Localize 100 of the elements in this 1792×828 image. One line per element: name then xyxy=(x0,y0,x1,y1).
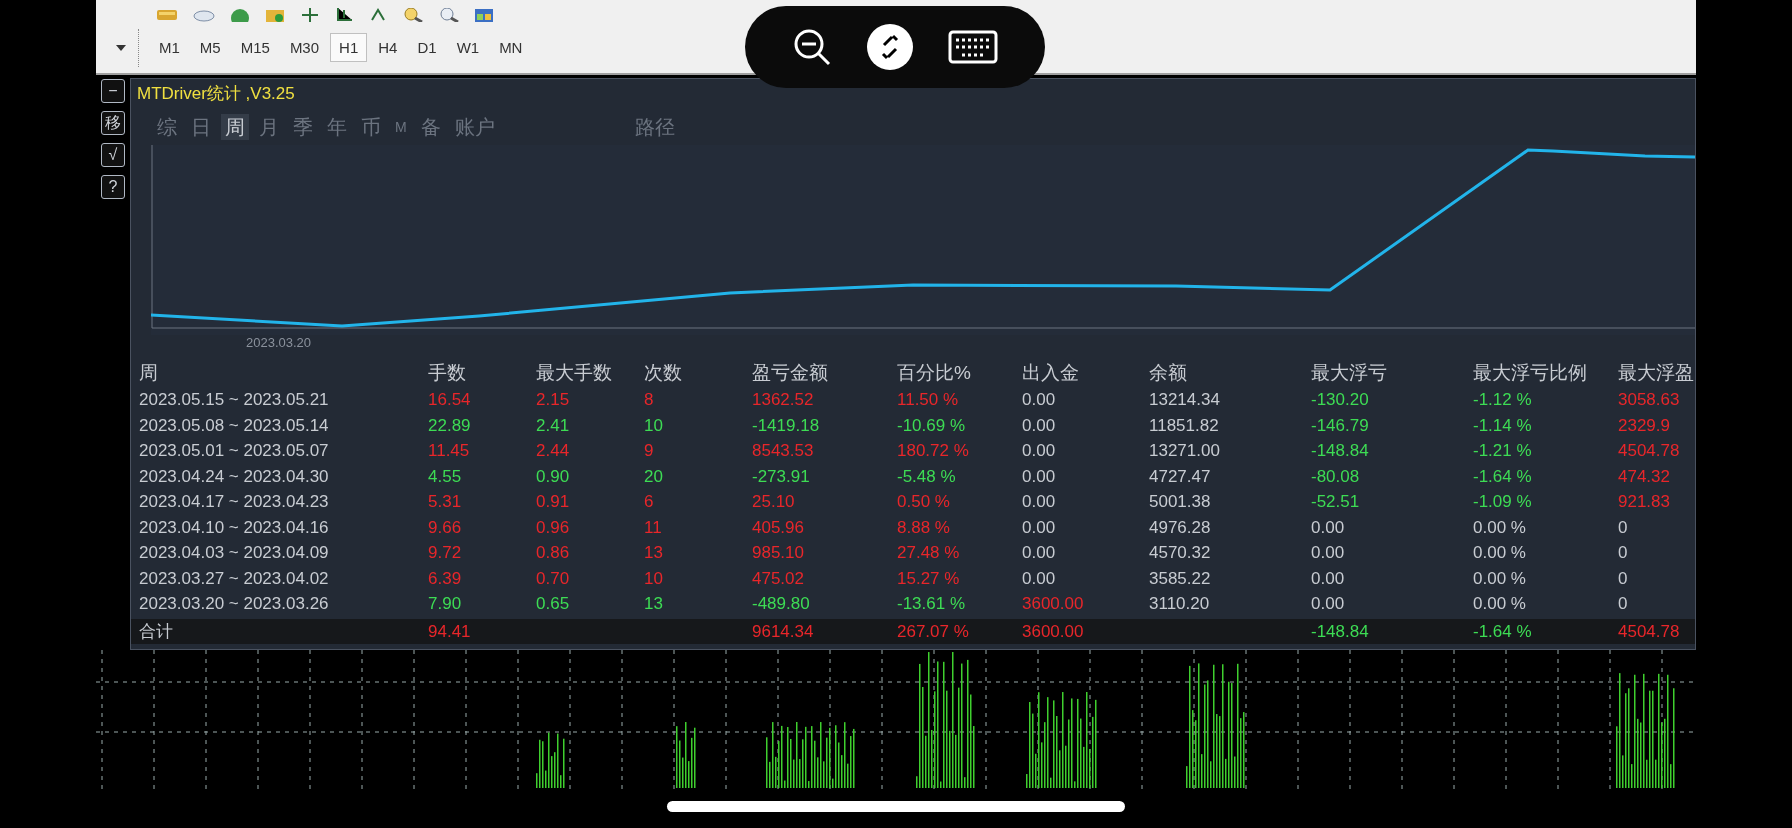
axis-date-label: 2023.03.20 xyxy=(245,335,313,352)
table-cell-text: 27.48 % xyxy=(897,542,961,564)
table-cell-text: 7.90 xyxy=(428,593,463,615)
table-cell-text: 15.27 % xyxy=(897,567,961,590)
table-cell-text: 3585.22 xyxy=(1149,567,1212,590)
table-cell-text: 2.44 xyxy=(536,440,571,462)
table-cell-text: 0.00 % xyxy=(1473,567,1527,590)
stats-tab[interactable]: 周 xyxy=(221,114,249,140)
table-cell-text: 0.00 xyxy=(1311,567,1346,590)
column-header: 最大手数 xyxy=(536,361,613,385)
table-cell-text: 2023.03.20 ~ 2023.03.26 xyxy=(139,593,330,615)
timeframe-button[interactable]: H4 xyxy=(369,33,407,62)
table-cell-text: 4727.47 xyxy=(1149,465,1212,488)
table-cell-text: 11.45 xyxy=(428,440,471,462)
total-cell-text: 合计 xyxy=(139,620,174,643)
table-cell-text: 0.91 xyxy=(536,491,571,513)
table-cell-text: 13271.00 xyxy=(1149,440,1221,462)
table-cell-text: 16.54 xyxy=(428,389,472,411)
keyboard-icon[interactable] xyxy=(948,30,998,64)
side-button[interactable]: − xyxy=(101,79,125,103)
table-cell-text: 0.86 xyxy=(536,542,571,564)
table-cell-text: 11.50 % xyxy=(897,389,960,411)
table-cell-text: -148.84 xyxy=(1311,440,1370,462)
table-cell-text: 4.55 xyxy=(428,465,463,488)
table-cell-text: 1362.52 xyxy=(752,389,815,411)
table-cell-text: 25.10 xyxy=(752,491,796,513)
table-cell-text: 3058.63 xyxy=(1618,389,1681,411)
table-cell-text: 4570.32 xyxy=(1149,542,1212,564)
table-cell-text: 2023.05.08 ~ 2023.05.14 xyxy=(139,414,330,437)
total-cell-text: -1.64 % xyxy=(1473,620,1533,643)
table-cell-text: 2329.9 xyxy=(1618,414,1671,437)
zoom-out-icon[interactable] xyxy=(438,8,460,22)
table-cell-text: 0.00 xyxy=(1022,414,1057,437)
table-cell-text: 8 xyxy=(644,389,655,411)
column-header: 手数 xyxy=(428,361,467,385)
timeframe-button[interactable]: M1 xyxy=(150,33,189,62)
table-cell-text: 474.32 xyxy=(1618,465,1671,488)
table-cell-text: 11 xyxy=(644,516,663,539)
table-cell-text: -1.09 % xyxy=(1473,491,1533,513)
timeframe-button[interactable]: M30 xyxy=(280,33,329,62)
timeframe-button[interactable]: MN xyxy=(490,33,532,62)
table-cell-text: 0.00 xyxy=(1022,440,1057,462)
column-header: 最大浮盈 xyxy=(1618,361,1695,385)
table-cell-text: 9.66 xyxy=(428,516,463,539)
table-cell-text: 2.15 xyxy=(536,389,571,411)
total-cell-text: -148.84 xyxy=(1311,620,1370,643)
table-cell-text: -130.20 xyxy=(1311,389,1370,411)
table-cell-text: 0.00 % xyxy=(1473,516,1527,539)
caret-icon[interactable] xyxy=(114,42,128,53)
table-cell-text: -10.69 % xyxy=(897,414,967,437)
column-header: 百分比% xyxy=(897,361,972,385)
table-cell-text: 2023.04.24 ~ 2023.04.30 xyxy=(139,465,330,488)
total-cell-text: 3600.00 xyxy=(1022,620,1085,643)
side-button[interactable]: ? xyxy=(101,175,125,199)
zoom-out-icon[interactable] xyxy=(792,27,832,67)
table-cell-text: 2023.05.01 ~ 2023.05.07 xyxy=(139,440,330,462)
table-cell-text: 0.00 xyxy=(1022,567,1057,590)
table-cell-text: 2023.05.15 ~ 2023.05.21 xyxy=(139,389,330,411)
table-cell-text: 13 xyxy=(644,542,664,564)
table-cell-text: 5001.38 xyxy=(1149,491,1212,513)
table-cell-text: -1419.18 xyxy=(752,414,821,437)
table-cell-text: -1.64 % xyxy=(1473,465,1533,488)
table-cell-text: 4504.78 xyxy=(1618,440,1681,462)
zoom-in-icon[interactable] xyxy=(402,8,424,22)
table-cell-text: 8.88 % xyxy=(897,516,951,539)
disconnect-icon[interactable] xyxy=(866,23,914,71)
timeframe-button[interactable]: M5 xyxy=(190,33,230,62)
table-cell-text: 0.00 % xyxy=(1473,593,1527,615)
column-header: 最大浮亏比例 xyxy=(1473,361,1588,385)
table-cell-text: 985.10 xyxy=(752,542,805,564)
table-cell-text: 6.39 xyxy=(428,567,463,590)
table-cell-text: 2023.03.27 ~ 2023.04.02 xyxy=(139,567,330,590)
table-cell-text: 0.50 % xyxy=(897,491,951,513)
table-cell-text: 0 xyxy=(1618,567,1629,590)
table-cell-text: 2023.04.03 ~ 2023.04.09 xyxy=(139,542,330,564)
table-cell-text: -273.91 xyxy=(752,465,811,488)
table-cell-text: 11851.82 xyxy=(1149,414,1220,437)
side-button[interactable]: √ xyxy=(101,143,125,167)
table-cell-text: 3110.20 xyxy=(1149,593,1211,615)
cloud-icon[interactable] xyxy=(192,8,216,22)
table-cell-text: 0.00 xyxy=(1022,465,1057,488)
table-cell-text: -1.14 % xyxy=(1473,414,1533,437)
table-cell-text: 0.00 % xyxy=(1473,542,1527,564)
timeframe-button[interactable]: D1 xyxy=(408,33,446,62)
table-cell-text: 0.96 xyxy=(536,516,571,539)
table-cell-text: -80.08 xyxy=(1311,465,1361,488)
window-tile-icon[interactable] xyxy=(474,8,494,22)
table-cell-text: 0.00 xyxy=(1022,542,1057,564)
table-cell-text: 4976.28 xyxy=(1149,516,1212,539)
table-cell-text: 0.65 xyxy=(536,593,571,615)
side-button[interactable]: 移 xyxy=(101,111,125,135)
table-cell-text: 10 xyxy=(644,567,664,590)
timeframe-button[interactable]: W1 xyxy=(447,33,489,62)
table-cell-text: -489.80 xyxy=(752,593,811,615)
timeframe-button[interactable]: H1 xyxy=(330,33,368,62)
table-cell-text: 0.90 xyxy=(536,465,571,488)
table-cell-text: 0 xyxy=(1618,593,1629,615)
table-cell-text: 13214.34 xyxy=(1149,389,1221,411)
timeframe-button[interactable]: M15 xyxy=(231,33,279,62)
column-header: 次数 xyxy=(644,361,683,385)
